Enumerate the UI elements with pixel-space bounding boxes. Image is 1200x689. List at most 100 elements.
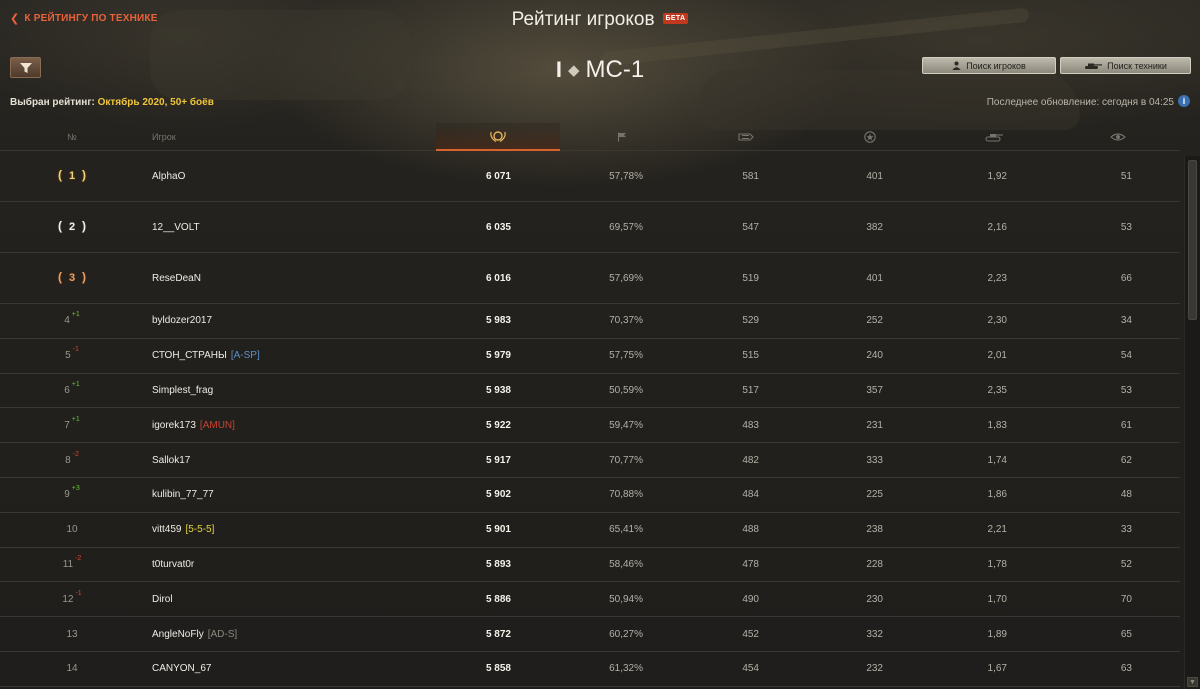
table-row[interactable]: 14 CANYON_67 5 858 61,32% 454 232 1,67 63: [0, 652, 1180, 687]
column-frags[interactable]: [932, 123, 1056, 151]
table-row[interactable]: 10 vitt459 [5-5-5] 5 901 65,41% 488 238 2,21 33: [0, 513, 1180, 548]
player-name[interactable]: AlphaO: [152, 171, 185, 182]
damage-value: 529: [742, 315, 759, 327]
player-name[interactable]: Simplest_frag: [152, 385, 213, 396]
player-cell: Dirol: [152, 582, 452, 616]
player-name[interactable]: vitt459: [152, 524, 181, 535]
medal-bronze-icon: (3): [58, 269, 86, 287]
rank-cell: 11 -2: [40, 548, 104, 582]
rating-laurel-icon: [490, 131, 506, 143]
scrollbar-thumb[interactable]: [1188, 160, 1197, 320]
player-cell: kulibin_77_77: [152, 478, 452, 512]
player-name[interactable]: Dirol: [152, 594, 173, 605]
clan-tag[interactable]: [5-5-5]: [185, 524, 214, 535]
scrollbar[interactable]: ▼: [1184, 156, 1200, 689]
rank-number: 4: [64, 315, 70, 327]
player-cell: vitt459 [5-5-5]: [152, 513, 452, 547]
experience-value: 357: [866, 384, 883, 396]
player-cell: t0turvat0r: [152, 548, 452, 582]
frags-value: 1,70: [987, 593, 1007, 605]
column-damage[interactable]: [684, 123, 808, 151]
player-name[interactable]: Sallok17: [152, 455, 190, 466]
rank-cell: 7 +1: [40, 408, 104, 442]
frags-value: 2,16: [987, 221, 1007, 233]
selected-rating-label: Выбран рейтинг:: [10, 97, 95, 108]
player-name[interactable]: byldozer2017: [152, 315, 212, 326]
table-row[interactable]: 12 -1 Dirol 5 886 50,94% 490 230 1,70 70: [0, 582, 1180, 618]
table-row[interactable]: (1) AlphaO 6 071 57,78% 581 401 1,92 51: [0, 151, 1180, 202]
star-experience-icon: [864, 131, 876, 143]
player-name[interactable]: t0turvat0r: [152, 559, 194, 570]
table-row[interactable]: 5 -1 СТОН_СТРАНЫ [A-SP] 5 979 57,75% 515 240 2,0…: [0, 339, 1180, 374]
experience-value: 401: [866, 170, 883, 182]
experience-value: 332: [866, 628, 883, 640]
rating-value: 5 858: [485, 663, 511, 675]
spotting-value: 63: [1120, 663, 1132, 675]
rank-cell: 6 +1: [40, 374, 104, 408]
player-cell: CANYON_67: [152, 652, 452, 686]
light-tank-icon: ◆: [567, 62, 580, 79]
vehicle-name: МС-1: [585, 56, 645, 83]
experience-value: 401: [866, 272, 883, 284]
table-row[interactable]: 11 -2 t0turvat0r 5 893 58,46% 478 228 1,78 52: [0, 548, 1180, 583]
medal-silver-icon: (2): [58, 218, 86, 236]
spotting-value: 53: [1120, 384, 1132, 396]
column-spotting[interactable]: [1056, 123, 1180, 151]
column-winrate[interactable]: [560, 123, 684, 151]
search-players-button[interactable]: Поиск игроков: [922, 57, 1056, 74]
frags-value: 1,67: [987, 663, 1007, 675]
column-rating[interactable]: [436, 123, 560, 151]
table-row[interactable]: 13 AngleNoFly [AD-S] 5 872 60,27% 452 332 1,89 6…: [0, 617, 1180, 652]
rating-value: 5 893: [485, 558, 511, 570]
rank-change: -2: [72, 450, 79, 458]
clan-tag[interactable]: [A-SP]: [231, 350, 260, 361]
rating-value: 5 983: [485, 315, 511, 327]
winrate-value: 61,32%: [609, 663, 643, 675]
rating-value: 5 917: [485, 454, 511, 466]
player-name[interactable]: CANYON_67: [152, 663, 211, 674]
column-experience[interactable]: [808, 123, 932, 151]
table-row[interactable]: 7 +1 igorek173 [AMUN] 5 922 59,47% 483 231 1,83 6…: [0, 408, 1180, 444]
selected-rating-value[interactable]: Октябрь 2020, 50+ боёв: [98, 97, 214, 108]
winrate-value: 60,27%: [609, 628, 643, 640]
table-row[interactable]: 8 -2 Sallok17 5 917 70,77% 482 333 1,74 62: [0, 443, 1180, 478]
player-name[interactable]: 12__VOLT: [152, 222, 200, 233]
search-tech-button[interactable]: Поиск техники: [1060, 57, 1191, 74]
damage-value: 519: [742, 272, 759, 284]
player-name[interactable]: AngleNoFly: [152, 629, 204, 640]
table-row[interactable]: (2) 12__VOLT 6 035 69,57% 547 382 2,16 53: [0, 202, 1180, 253]
last-update: Последнее обновление: сегодня в 04:25: [986, 97, 1174, 108]
rank-change: +1: [71, 311, 80, 319]
rating-value: 6 071: [485, 170, 511, 182]
table-row[interactable]: 6 +1 Simplest_frag 5 938 50,59% 517 357 2,35 53: [0, 374, 1180, 409]
spotting-value: 65: [1120, 628, 1132, 640]
damage-value: 490: [742, 593, 759, 605]
rank-number: 13: [66, 628, 78, 640]
rank-cell: 14: [40, 652, 104, 686]
winrate-value: 70,37%: [609, 315, 643, 327]
laurel-right-icon: ): [82, 168, 86, 182]
player-name[interactable]: kulibin_77_77: [152, 489, 214, 500]
scroll-down-arrow-icon[interactable]: ▼: [1187, 677, 1198, 687]
player-name[interactable]: igorek173: [152, 420, 196, 431]
rank-change: -2: [75, 554, 82, 562]
clan-tag[interactable]: [AMUN]: [200, 420, 235, 431]
tank-icon: [1085, 63, 1103, 69]
info-icon[interactable]: i: [1178, 95, 1190, 107]
spotting-icon: [1110, 133, 1126, 141]
spotting-value: 48: [1120, 489, 1132, 501]
player-name[interactable]: СТОН_СТРАНЫ: [152, 350, 227, 361]
table-row[interactable]: (3) ReseDeaN 6 016 57,69% 519 401 2,23 66: [0, 253, 1180, 304]
experience-value: 240: [866, 350, 883, 362]
experience-value: 228: [866, 558, 883, 570]
rating-value: 5 886: [485, 593, 511, 605]
rank-change: +1: [71, 415, 80, 423]
table-row[interactable]: 4 +1 byldozer2017 5 983 70,37% 529 252 2,30 34: [0, 304, 1180, 339]
table-row[interactable]: 9 +3 kulibin_77_77 5 902 70,88% 484 225 1,86 48: [0, 478, 1180, 513]
player-name[interactable]: ReseDeaN: [152, 273, 201, 284]
rank-cell: 12 -1: [40, 582, 104, 616]
rating-value: 5 979: [485, 350, 511, 362]
clan-tag[interactable]: [AD-S]: [208, 629, 237, 640]
column-rank: №: [67, 132, 77, 142]
rank-cell: (3): [40, 253, 104, 303]
